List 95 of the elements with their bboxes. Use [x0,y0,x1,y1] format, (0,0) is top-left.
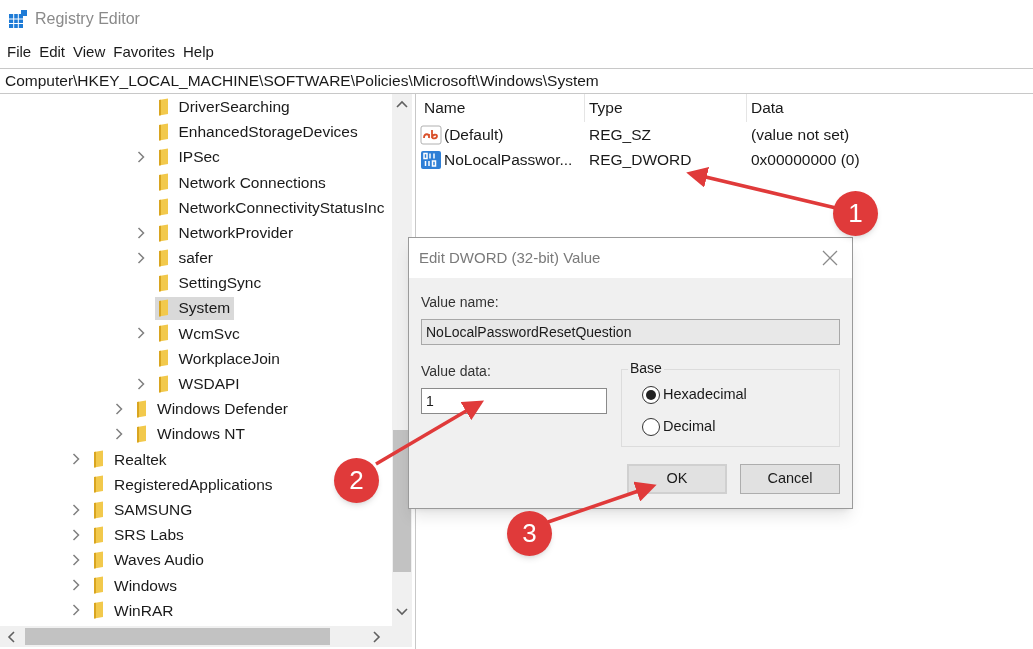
column-header[interactable]: Name [420,94,585,122]
string-value-icon [420,124,442,145]
tree-item[interactable]: EnhancedStorageDevices [154,120,362,144]
folder-icon [156,273,171,292]
folder-icon [156,147,171,166]
folder-icon [156,223,171,242]
base-label: Base [628,360,664,376]
folder-icon [156,173,171,192]
tree-item[interactable]: safer [154,246,217,270]
callout-number: 3 [507,511,552,556]
tree-item[interactable]: DriverSearching [154,95,294,119]
tree-item[interactable]: WinRAR [90,598,178,622]
folder-icon [156,299,171,318]
value-type: REG_DWORD [588,149,693,170]
tree-item[interactable]: System [154,296,235,320]
folder-icon [156,374,171,393]
tree-item[interactable]: SRS Labs [90,523,188,547]
folder-icon [92,525,106,544]
expand-chevron-icon[interactable] [72,604,80,617]
menu-item[interactable]: Favorites [109,40,179,64]
window-title: Registry Editor [35,9,140,29]
tree-item[interactable]: SettingSync [154,271,266,295]
value-data-label: Value data: [421,362,492,381]
tree-item[interactable]: IPSec [154,145,224,169]
radio-option[interactable]: Hexadecimal [642,384,839,406]
horizontal-scrollbar[interactable] [0,626,412,647]
folder-icon [135,399,149,418]
tree-item[interactable]: Windows Defender [133,397,292,421]
menu-item[interactable]: View [69,40,110,64]
column-header[interactable]: Data [747,94,1033,122]
expand-chevron-icon[interactable] [115,428,123,441]
tree-item[interactable]: Windows [90,573,181,597]
folder-icon [156,324,171,343]
address-bar[interactable]: Computer\HKEY_LOCAL_MACHINE\SOFTWARE\Policies\Microsoft\Windows\System [0,69,599,93]
tree-item[interactable]: WorkplaceJoin [154,346,284,370]
radio-option[interactable]: Decimal [642,415,839,438]
tree-item[interactable]: NetworkConnectivityStatusInc [154,195,389,219]
value-name-label: Value name: [421,293,500,312]
expand-chevron-icon[interactable] [136,251,145,264]
binary-value-icon [420,149,442,170]
value-type: REG_SZ [588,124,652,145]
tree-item[interactable]: RegisteredApplications [90,472,277,496]
expand-chevron-icon[interactable] [72,503,80,516]
folder-icon [135,425,149,444]
expand-chevron-icon[interactable] [72,453,80,466]
tree-item[interactable]: Windows NT [133,422,249,446]
value-data: (value not set) [750,124,851,145]
menu-item[interactable]: Help [178,40,218,64]
close-icon[interactable] [822,250,838,266]
folder-icon [156,97,171,116]
scroll-right-icon[interactable] [373,631,381,643]
expand-chevron-icon[interactable] [72,528,80,541]
folder-icon [92,450,106,469]
value-name[interactable]: NoLocalPasswor... [444,147,573,172]
scrollbar-thumb[interactable] [393,430,411,572]
value-data: 0x00000000 (0) [750,149,861,170]
column-header[interactable]: Type [585,94,747,122]
folder-icon [92,576,106,595]
callout-number: 1 [833,191,878,236]
tree-item[interactable]: SAMSUNG [90,498,197,522]
dialog-title: Edit DWORD (32-bit) Value [419,247,601,268]
folder-icon [156,248,171,267]
scrollbar-thumb[interactable] [25,628,330,645]
value-data-field[interactable]: 1 [421,388,607,414]
expand-chevron-icon[interactable] [136,377,145,390]
scroll-up-icon[interactable] [396,100,408,108]
tree-item[interactable]: WcmSvc [154,321,244,345]
value-name-field: NoLocalPasswordResetQuestion [421,319,840,345]
menu-item[interactable]: File [3,40,36,64]
cancel-button[interactable]: Cancel [740,464,840,494]
callout-number: 2 [334,458,379,503]
tree-item[interactable]: NetworkProvider [154,221,298,245]
expand-chevron-icon[interactable] [136,226,145,239]
tree-item[interactable]: WSDAPI [154,372,244,396]
expand-chevron-icon[interactable] [72,553,80,566]
scroll-down-icon[interactable] [396,608,408,616]
scroll-left-icon[interactable] [7,631,15,643]
folder-icon [92,475,106,494]
folder-icon [92,500,106,519]
folder-icon [156,122,171,141]
tree-item[interactable]: Realtek [90,447,171,471]
registry-app-icon [8,9,28,29]
folder-icon [92,550,106,569]
folder-icon [92,601,106,620]
menu-item[interactable]: Edit [35,40,70,64]
folder-icon [156,198,171,217]
tree-item[interactable]: Waves Audio [90,548,208,572]
expand-chevron-icon[interactable] [136,150,145,163]
tree-item[interactable]: Network Connections [154,170,330,194]
ok-button[interactable]: OK [627,464,727,494]
value-name[interactable]: (Default) [444,122,504,147]
expand-chevron-icon[interactable] [136,327,145,340]
folder-icon [156,349,171,368]
expand-chevron-icon[interactable] [115,402,123,415]
expand-chevron-icon[interactable] [72,579,80,592]
